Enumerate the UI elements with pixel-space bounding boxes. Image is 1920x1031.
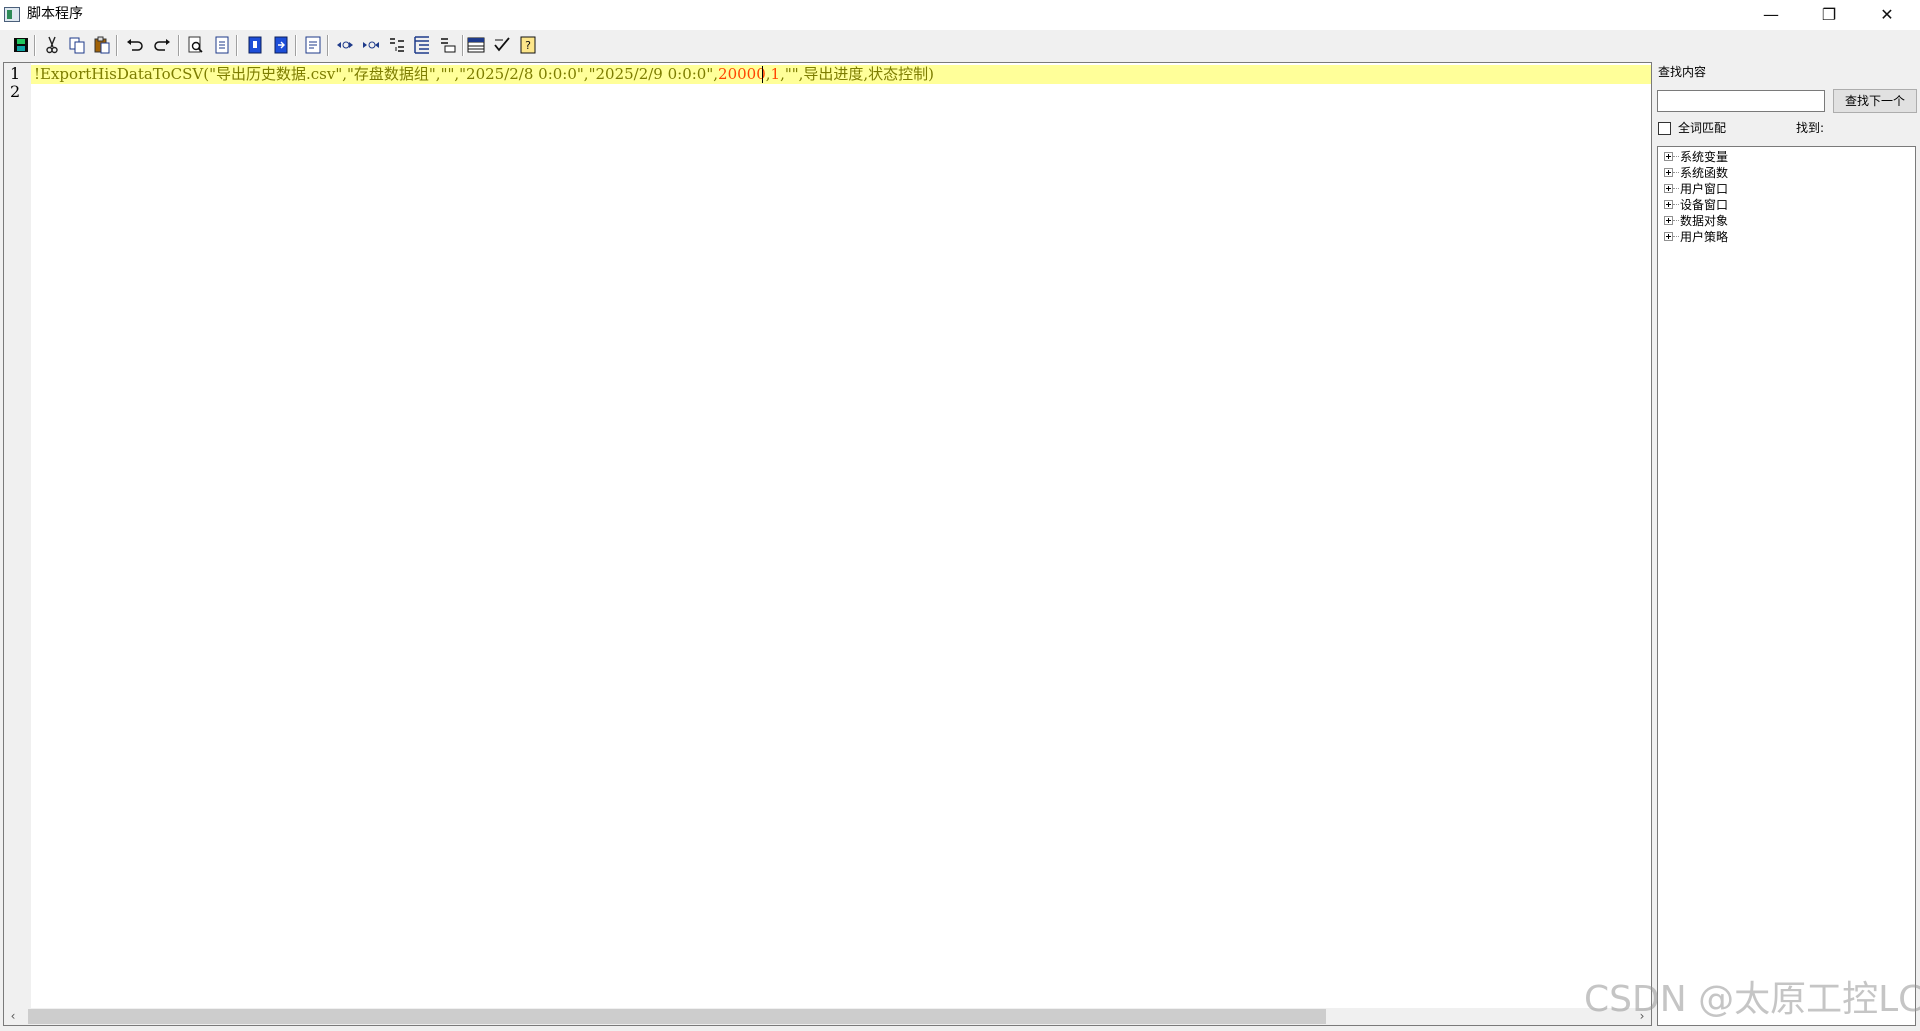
text-caret [762, 66, 763, 83]
close-button[interactable]: ✕ [1858, 0, 1916, 30]
bookmark-next-icon[interactable] [270, 34, 292, 56]
tree-item-label: 用户策略 [1680, 230, 1729, 244]
expand-icon[interactable] [1664, 232, 1673, 241]
tree-item-label: 系统函数 [1680, 166, 1729, 180]
find-next-button[interactable]: 查找下一个 [1833, 89, 1917, 113]
paste-icon[interactable] [91, 34, 113, 56]
expand-icon[interactable] [1664, 216, 1673, 225]
tree-list-icon[interactable] [411, 34, 433, 56]
watermark: CSDN @太原工控LC [1584, 979, 1920, 1020]
horizontal-scrollbar[interactable]: ‹ › [4, 1008, 1651, 1025]
tree-item-label: 设备窗口 [1680, 198, 1729, 212]
save-icon[interactable] [10, 34, 32, 56]
minimize-button[interactable]: — [1742, 0, 1800, 30]
toolbar-separator [34, 35, 36, 56]
expand-icon[interactable] [1664, 152, 1673, 161]
expand-icon[interactable] [1664, 184, 1673, 193]
code-text: !ExportHisDataToCSV("导出历史数据.csv","存盘数据组"… [34, 65, 719, 83]
script-editor[interactable]: 1 2 !ExportHisDataToCSV("导出历史数据.csv","存盘… [3, 62, 1652, 1026]
whole-word-checkbox[interactable] [1658, 122, 1671, 135]
find-icon[interactable] [185, 34, 207, 56]
toolbar-separator [116, 35, 118, 56]
code-line-1[interactable]: !ExportHisDataToCSV("导出历史数据.csv","存盘数据组"… [34, 65, 934, 84]
whole-word-label: 全词匹配 [1678, 121, 1727, 135]
outdent-icon[interactable] [360, 34, 382, 56]
toolbar-separator [295, 35, 297, 56]
tree-item-label: 数据对象 [1680, 214, 1729, 228]
toolbar-separator [462, 35, 464, 56]
table-icon[interactable] [465, 34, 487, 56]
expand-icon[interactable] [1664, 200, 1673, 209]
title-bar: 脚本程序 — ❐ ✕ [0, 0, 1920, 30]
line-number-gutter: 1 2 [4, 63, 31, 1008]
cut-icon[interactable] [41, 34, 63, 56]
tree-item-label: 用户窗口 [1680, 182, 1729, 196]
object-tree[interactable]: 系统变量 系统函数 用户窗口 设备窗口 数据对象 用户策略 [1657, 146, 1916, 1026]
window-title: 脚本程序 [27, 6, 83, 22]
redo-icon[interactable] [151, 34, 173, 56]
scroll-left-icon[interactable]: ‹ [4, 1008, 22, 1025]
toolbar-separator [236, 35, 238, 56]
line-number: 1 [10, 64, 21, 83]
toolbar-separator [327, 35, 329, 56]
app-icon [4, 7, 20, 22]
undo-icon[interactable] [124, 34, 146, 56]
list-icon[interactable] [386, 34, 408, 56]
expand-icon[interactable] [1664, 168, 1673, 177]
replace-icon[interactable] [211, 34, 233, 56]
toolbar-separator [178, 35, 180, 56]
toolbar: ? [0, 30, 1920, 62]
tree-item-label: 系统变量 [1680, 150, 1729, 164]
check-icon[interactable] [491, 34, 513, 56]
code-number: 20000 [718, 65, 766, 83]
align-icon[interactable] [437, 34, 459, 56]
help-icon[interactable]: ? [517, 34, 539, 56]
code-number: 1 [770, 65, 781, 83]
scrollbar-thumb[interactable] [28, 1009, 1326, 1024]
code-text: ,"",导出进度,状态控制) [780, 65, 935, 83]
copy-icon[interactable] [66, 34, 88, 56]
find-label: 查找内容 [1658, 65, 1707, 79]
bookmark-icon[interactable] [244, 34, 266, 56]
comment-icon[interactable] [302, 34, 324, 56]
find-input[interactable] [1657, 90, 1825, 112]
found-label: 找到: [1796, 121, 1825, 135]
svg-text:?: ? [525, 39, 531, 52]
maximize-button[interactable]: ❐ [1800, 0, 1858, 30]
line-number: 2 [10, 82, 21, 101]
indent-icon[interactable] [334, 34, 356, 56]
